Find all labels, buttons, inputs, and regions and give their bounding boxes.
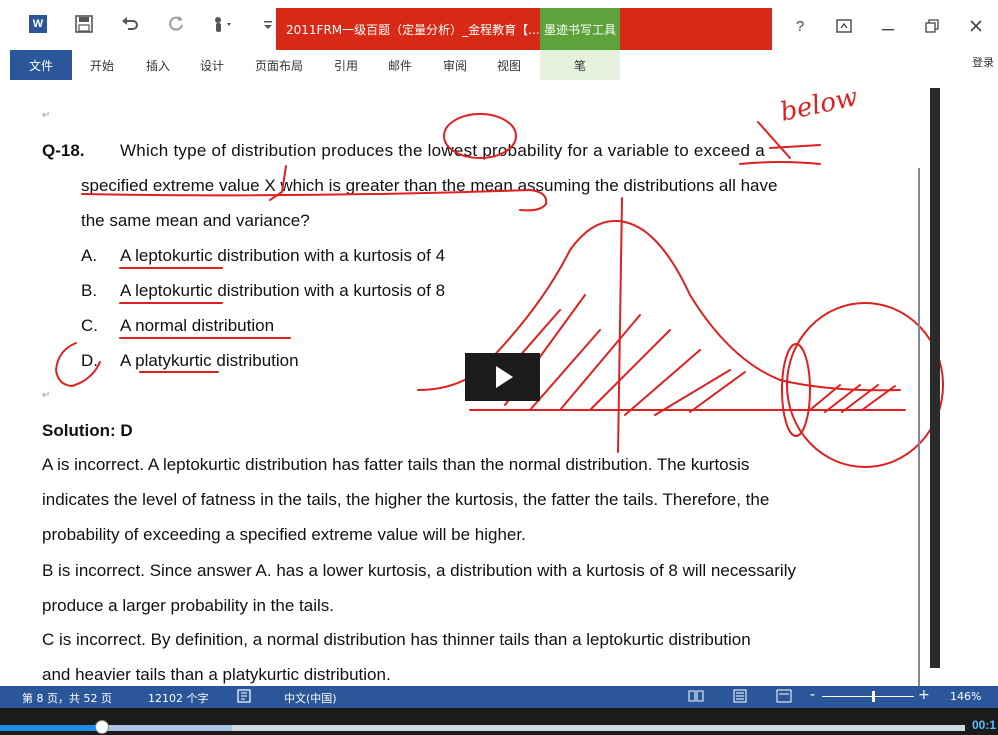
tab-insert[interactable]: 插入 [146, 50, 170, 80]
zoom-in-button[interactable]: + [918, 687, 930, 703]
status-zoom-level[interactable]: 146% [950, 690, 981, 703]
status-page-count[interactable]: 第 8 页，共 52 页 [22, 690, 112, 706]
zoom-slider-thumb[interactable] [872, 691, 875, 702]
web-layout-icon[interactable] [776, 689, 792, 706]
read-mode-icon[interactable] [688, 689, 704, 706]
undo-icon[interactable] [118, 12, 142, 36]
document-title: 2011FRM一级百题（定量分析）_金程教育【... [276, 8, 540, 50]
tab-layout[interactable]: 页面布局 [255, 50, 303, 80]
proofing-icon[interactable] [237, 689, 253, 706]
zoom-slider[interactable] [822, 696, 914, 697]
status-language[interactable]: 中文(中国) [284, 690, 337, 706]
status-word-count[interactable]: 12102 个字 [148, 690, 209, 706]
tab-file[interactable]: 文件 [10, 50, 72, 80]
ink-circle-lowest [443, 113, 517, 159]
minimize-button[interactable] [866, 12, 910, 40]
word-app-icon[interactable]: W [26, 12, 50, 36]
ink-tools-context-label: 墨迹书写工具 [540, 8, 620, 50]
quick-access-toolbar: W [26, 10, 280, 38]
ink-underline-exceed [739, 161, 821, 165]
tab-pen[interactable]: 笔 [540, 50, 620, 80]
touch-mode-icon[interactable] [210, 12, 234, 36]
video-player-bar: 00:1 [0, 708, 998, 735]
title-bar: W 2011FRM一级百题（定量分析）_金程教育【... 墨迹书写工具 ? [0, 0, 998, 50]
word-logo: W [29, 15, 47, 33]
status-bar: 第 8 页，共 52 页 12102 个字 中文(中国) - + 146% [0, 686, 998, 708]
video-scrubber-handle[interactable] [95, 720, 110, 734]
tab-home[interactable]: 开始 [90, 50, 114, 80]
play-icon [496, 366, 513, 388]
page-margin-line [918, 168, 920, 686]
redo-icon[interactable] [164, 12, 188, 36]
video-time: 00:1 [971, 718, 996, 732]
tab-view[interactable]: 视图 [497, 50, 521, 80]
window-controls: ? [778, 12, 998, 40]
close-button[interactable] [954, 12, 998, 40]
sign-in-link[interactable]: 登录 [972, 54, 994, 70]
tab-references[interactable]: 引用 [334, 50, 358, 80]
tab-review[interactable]: 审阅 [443, 50, 467, 80]
word-window: W 2011FRM一级百题（定量分析）_金程教育【... 墨迹书写工具 ? 文件… [0, 0, 998, 735]
ribbon-tabs: 文件 开始 插入 设计 页面布局 引用 邮件 审阅 视图 笔 登录 [0, 50, 998, 81]
zoom-out-button[interactable]: - [810, 687, 815, 703]
ink-check-exceed [757, 121, 821, 159]
ribbon-display-options-button[interactable] [822, 12, 866, 40]
video-progress-track[interactable] [0, 720, 965, 734]
video-played-bar [0, 725, 102, 731]
ink-underline-line2 [81, 188, 548, 212]
video-play-button[interactable] [465, 353, 540, 401]
ink-mean-line [617, 197, 623, 453]
save-icon[interactable] [72, 12, 96, 36]
tab-design[interactable]: 设计 [200, 50, 224, 80]
help-button[interactable]: ? [778, 12, 822, 40]
print-layout-icon[interactable] [732, 689, 748, 706]
restore-button[interactable] [910, 12, 954, 40]
ink-circle-option-d [54, 342, 101, 388]
tab-mailings[interactable]: 邮件 [388, 50, 412, 80]
vertical-scrollbar[interactable] [930, 88, 940, 668]
title-bar-accent [620, 8, 772, 50]
